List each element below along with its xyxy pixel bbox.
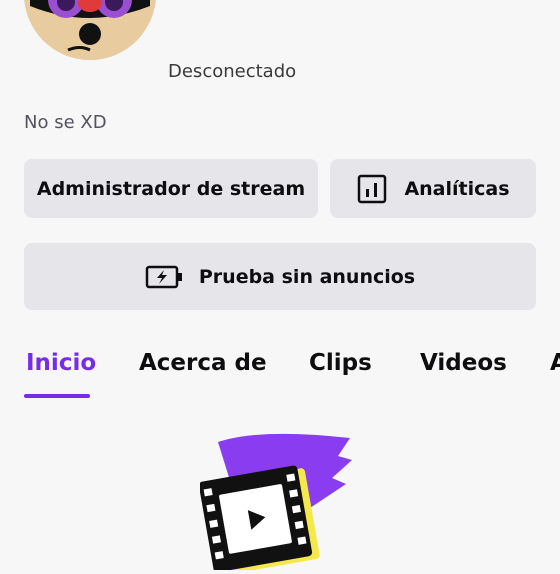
analytics-label: Analíticas [404,177,510,200]
avatar[interactable] [24,0,156,60]
battery-bolt-icon [145,264,183,290]
stream-manager-label: Administrador de stream [36,177,306,200]
tab-acerca-de[interactable]: Acerca de [139,350,267,376]
tab-videos[interactable]: Videos [420,350,507,376]
tab-inicio[interactable]: Inicio [26,350,96,376]
analytics-button[interactable]: Analíticas [330,159,536,218]
ad-free-trial-button[interactable]: Prueba sin anuncios [24,243,536,310]
online-status: Desconectado [168,61,297,82]
tab-overflow[interactable]: A [550,350,560,376]
bar-chart-icon [356,173,388,205]
video-film-icon [198,430,370,574]
stream-manager-button[interactable]: Administrador de stream [24,159,318,218]
channel-bio: No se XD [24,112,107,133]
active-tab-indicator [24,394,90,398]
tab-clips[interactable]: Clips [309,350,372,376]
ad-free-trial-label: Prueba sin anuncios [198,265,416,288]
channel-tabs: Inicio Acerca de Clips Videos A [0,340,560,400]
